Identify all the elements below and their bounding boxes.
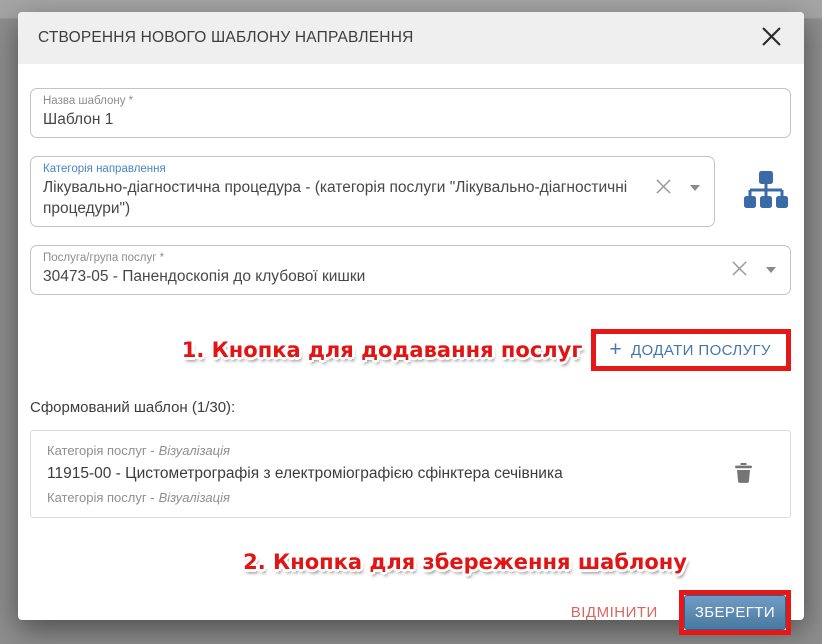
template-name-row: Назва шаблону * — [30, 88, 791, 138]
formed-template-heading: Сформований шаблон (1/30): — [30, 399, 791, 416]
service-field-icons — [730, 259, 776, 281]
category-field-icons — [654, 177, 700, 199]
delete-item-button[interactable] — [735, 463, 752, 486]
item-category-line-bottom: Категорія послуг - Візуалізація — [47, 490, 723, 505]
annotation-highlight-box: ЗБЕРЕГТИ — [679, 590, 791, 635]
template-name-input[interactable] — [43, 109, 778, 130]
add-service-button-label: ДОДАТИ ПОСЛУГУ — [631, 342, 771, 359]
add-service-row: 1. Кнопка для додавання послуг + ДОДАТИ … — [30, 329, 791, 371]
annotation-highlight-box: + ДОДАТИ ПОСЛУГУ — [591, 329, 791, 371]
item-category-prefix: Категорія послуг - — [47, 490, 155, 505]
category-row: Категорія направлення Лікувально-діагнос… — [30, 156, 791, 227]
item-category-value: Візуалізація — [159, 490, 230, 505]
footer-actions: ВІДМІНИТИ ЗБЕРЕГТИ — [30, 590, 791, 635]
sitemap-icon — [744, 171, 788, 212]
chevron-down-icon[interactable] — [690, 185, 700, 191]
trash-icon — [735, 471, 752, 486]
item-category-prefix: Категорія послуг - — [47, 443, 155, 458]
modal-header: СТВОРЕННЯ НОВОГО ШАБЛОНУ НАПРАВЛЕННЯ — [18, 12, 804, 64]
category-value: Лікувально-діагностична процедура - (кат… — [43, 177, 628, 219]
plus-icon: + — [609, 341, 622, 359]
create-referral-template-modal: СТВОРЕННЯ НОВОГО ШАБЛОНУ НАПРАВЛЕННЯ Наз… — [18, 12, 804, 620]
screen: СТВОРЕННЯ НОВОГО ШАБЛОНУ НАПРАВЛЕННЯ Наз… — [0, 0, 822, 644]
close-button[interactable] — [756, 23, 786, 53]
service-row: Послуга/група послуг * 30473-05 - Паненд… — [30, 245, 791, 295]
clear-icon — [654, 177, 673, 199]
category-clear-button[interactable] — [654, 177, 673, 199]
annotation-step-1: 1. Кнопка для додавання послуг — [182, 338, 583, 362]
service-select[interactable]: Послуга/група послуг * 30473-05 - Паненд… — [30, 245, 791, 295]
save-button[interactable]: ЗБЕРЕГТИ — [684, 595, 786, 630]
modal-body: Назва шаблону * Категорія направлення Лі… — [18, 64, 804, 635]
save-annotation-row: 2. Кнопка для збереження шаблону — [30, 550, 791, 574]
category-select[interactable]: Категорія направлення Лікувально-діагнос… — [30, 156, 715, 227]
template-item-text: Категорія послуг - Візуалізація 11915-00 … — [47, 443, 723, 505]
item-category-value: Візуалізація — [159, 443, 230, 458]
clear-icon — [730, 259, 749, 281]
service-clear-button[interactable] — [730, 259, 749, 281]
template-name-field[interactable]: Назва шаблону * — [30, 88, 791, 138]
close-icon — [761, 26, 782, 50]
service-label: Послуга/група послуг * — [43, 251, 704, 265]
modal-title: СТВОРЕННЯ НОВОГО ШАБЛОНУ НАПРАВЛЕННЯ — [38, 29, 414, 47]
template-name-label: Назва шаблону * — [43, 94, 778, 108]
item-service-name: 11915-00 - Цистометрографія з електроміо… — [47, 465, 723, 483]
cancel-button[interactable]: ВІДМІНИТИ — [571, 604, 658, 621]
template-item-card: Категорія послуг - Візуалізація 11915-00 … — [30, 430, 791, 518]
chevron-down-icon[interactable] — [766, 267, 776, 273]
add-service-button[interactable]: + ДОДАТИ ПОСЛУГУ — [596, 334, 786, 366]
annotation-step-2: 2. Кнопка для збереження шаблону — [243, 550, 687, 574]
service-value: 30473-05 - Панендоскопія до клубової киш… — [43, 266, 704, 287]
category-label: Категорія направлення — [43, 162, 628, 176]
item-category-line-top: Категорія послуг - Візуалізація — [47, 443, 723, 458]
category-tree-button[interactable] — [744, 171, 788, 212]
